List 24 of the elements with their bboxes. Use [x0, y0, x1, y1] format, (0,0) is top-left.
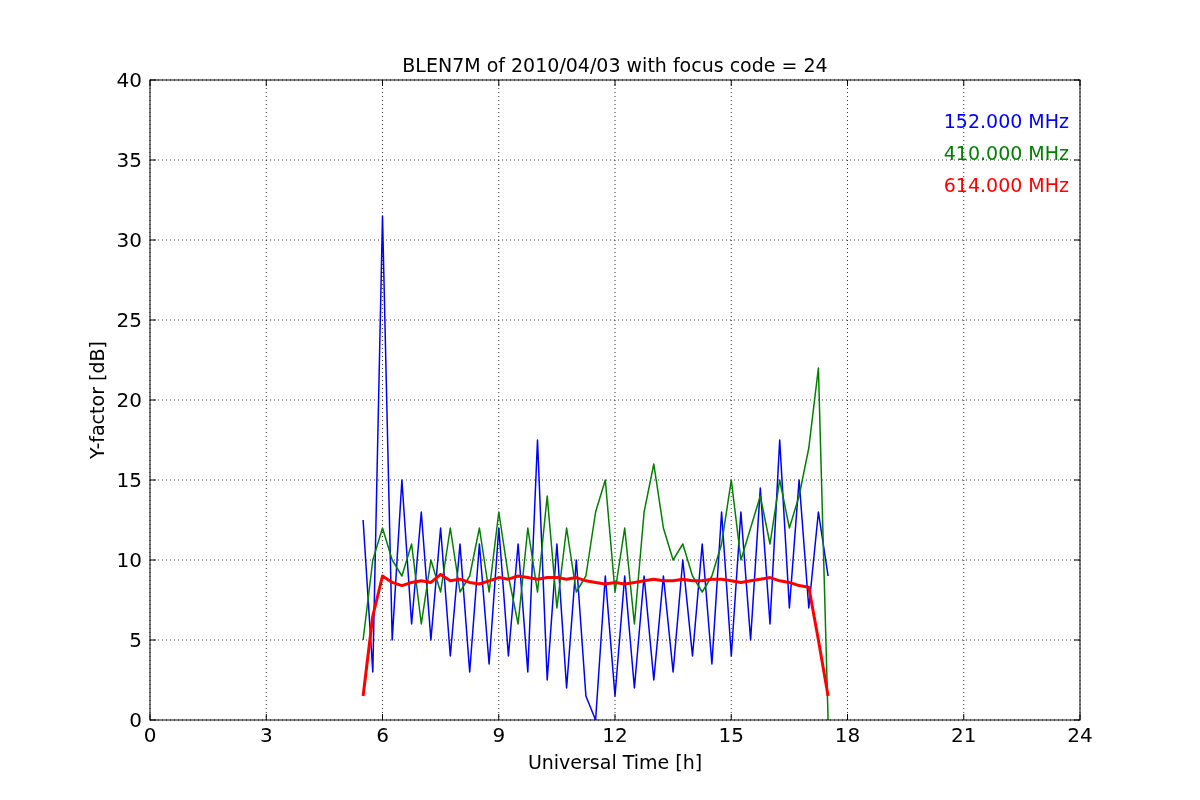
x-tick-label: 15 — [718, 723, 744, 747]
y-tick-label: 30 — [116, 228, 142, 252]
y-tick-label: 35 — [116, 148, 142, 172]
y-tick-label: 15 — [116, 468, 142, 492]
y-tick-label: 0 — [129, 708, 142, 732]
y-tick-label: 5 — [129, 628, 142, 652]
y-tick-label: 10 — [116, 548, 142, 572]
y-tick-label: 25 — [116, 308, 142, 332]
x-tick-label: 6 — [376, 723, 389, 747]
y-axis-label: Y-factor [dB] — [86, 341, 108, 459]
x-tick-label: 12 — [602, 723, 628, 747]
y-tick-label: 20 — [116, 388, 142, 412]
y-tick-label: 40 — [116, 68, 142, 92]
x-axis-label: Universal Time [h] — [527, 751, 703, 773]
x-tick-label: 0 — [143, 723, 157, 747]
legend-label: 410.000 MHz — [943, 142, 1069, 164]
x-tick-label: 9 — [492, 723, 506, 747]
chart-title: BLEN7M of 2010/04/03 with focus code = 24 — [402, 54, 828, 76]
x-tick-label: 18 — [834, 723, 861, 747]
legend-label: 614.000 MHz — [943, 174, 1069, 196]
x-tick-label: 24 — [1067, 723, 1093, 747]
legend-label: 152.000 MHz — [943, 110, 1069, 132]
x-tick-label: 21 — [951, 723, 977, 747]
x-tick-label: 3 — [259, 723, 273, 747]
